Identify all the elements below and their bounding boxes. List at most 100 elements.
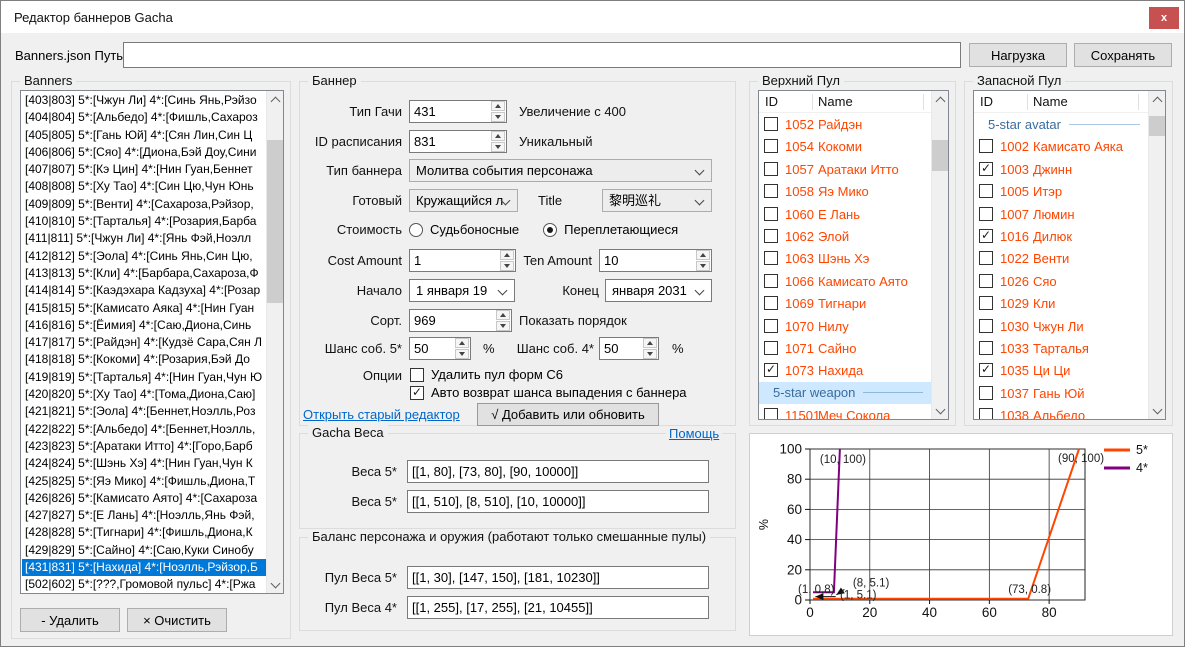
banner-list-item[interactable]: [410|810] 5*:[Тарталья] 4*:[Розария,Барб… bbox=[22, 213, 266, 230]
close-button[interactable]: x bbox=[1149, 7, 1179, 29]
weights5-input[interactable] bbox=[407, 460, 709, 483]
pool-item-row[interactable]: 1054Кокоми bbox=[759, 135, 931, 157]
upper-pool-scrollbar[interactable] bbox=[931, 91, 948, 419]
reserve-pool-list[interactable]: ID Name 5-star avatar1002Камисато Аяка10… bbox=[973, 90, 1166, 420]
pool-item-checkbox[interactable] bbox=[979, 162, 993, 176]
cost-fate-radio[interactable] bbox=[409, 223, 423, 237]
pool-item-checkbox[interactable] bbox=[764, 319, 778, 333]
banner-list-item[interactable]: [419|819] 5*:[Тарталья] 4*:[Нин Гуан,Чун… bbox=[22, 369, 266, 386]
start-date-picker[interactable]: 1 января 19 bbox=[409, 279, 515, 302]
pool-item-row[interactable]: 1003Джинн bbox=[974, 158, 1148, 180]
save-button[interactable]: Сохранять bbox=[1074, 43, 1172, 67]
scrollbar-thumb[interactable] bbox=[267, 140, 283, 303]
banner-list-item[interactable]: [421|821] 5*:[Эола] 4*:[Беннет,Ноэлль,Ро… bbox=[22, 403, 266, 420]
banner-list-item[interactable]: [415|815] 5*:[Камисато Аяка] 4*:[Нин Гуа… bbox=[22, 300, 266, 317]
banner-list-item[interactable]: [417|817] 5*:[Райдэн] 4*:[Кудзё Сара,Сян… bbox=[22, 334, 266, 351]
pool-item-checkbox[interactable] bbox=[764, 274, 778, 288]
load-button[interactable]: Нагрузка bbox=[969, 43, 1067, 67]
chance4-stepper[interactable] bbox=[642, 337, 658, 360]
pool-item-row[interactable]: 1022Венти bbox=[974, 247, 1148, 269]
pool-item-checkbox[interactable] bbox=[979, 408, 993, 419]
auto-return-chance-checkbox[interactable] bbox=[410, 386, 424, 400]
remove-c6-pool-checkbox[interactable] bbox=[410, 368, 424, 382]
banner-list-item[interactable]: [409|809] 5*:[Венти] 4*:[Сахароза,Рэйзор… bbox=[22, 196, 266, 213]
ten-amount-stepper[interactable] bbox=[695, 249, 711, 272]
scroll-down-icon[interactable] bbox=[267, 576, 283, 593]
banner-list-item[interactable]: [412|812] 5*:[Эола] 4*:[Синь Янь,Син Цю, bbox=[22, 248, 266, 265]
pool-item-checkbox[interactable] bbox=[979, 341, 993, 355]
pool-item-checkbox[interactable] bbox=[764, 162, 778, 176]
pool-item-checkbox[interactable] bbox=[979, 207, 993, 221]
pool-item-row[interactable]: 1063Шэнь Хэ bbox=[759, 247, 931, 269]
scrollbar-thumb[interactable] bbox=[1149, 116, 1165, 136]
pool-item-row[interactable]: 1070Нилу bbox=[759, 315, 931, 337]
banner-list-item[interactable]: [428|828] 5*:[Тигнари] 4*:[Фишль,Диона,К bbox=[22, 524, 266, 541]
banner-list-item[interactable]: [424|824] 5*:[Шэнь Хэ] 4*:[Нин Гуан,Чун … bbox=[22, 455, 266, 472]
pool-item-row[interactable]: 1038Альбедо bbox=[974, 404, 1148, 419]
banner-list-item[interactable]: [502|602] 5*:[???,Громовой пульс] 4*:[Рж… bbox=[22, 576, 266, 593]
pool-item-row[interactable]: 1035Ци Ци bbox=[974, 359, 1148, 381]
banner-list-item[interactable]: [418|818] 5*:[Кокоми] 4*:[Розария,Бэй До bbox=[22, 351, 266, 368]
pool-item-checkbox[interactable] bbox=[764, 117, 778, 131]
pool-item-row[interactable]: 1007Люмин bbox=[974, 203, 1148, 225]
pool-section-row[interactable]: 5-star avatar bbox=[974, 113, 1148, 135]
pool-section-row[interactable]: 5-star weapon bbox=[759, 382, 931, 404]
pool-item-row[interactable]: 1005Итэр bbox=[974, 180, 1148, 202]
banner-list-item[interactable]: [426|826] 5*:[Камисато Аято] 4*:[Сахароз… bbox=[22, 490, 266, 507]
banner-list-item[interactable]: [425|825] 5*:[Яэ Мико] 4*:[Фишль,Диона,Т bbox=[22, 473, 266, 490]
banner-list-item[interactable]: [423|823] 5*:[Аратаки Итто] 4*:[Горо,Бар… bbox=[22, 438, 266, 455]
weights5b-input[interactable] bbox=[407, 490, 709, 513]
banner-list-item[interactable]: [429|829] 5*:[Сайно] 4*:[Саю,Куки Синобу bbox=[22, 542, 266, 559]
pool-item-checkbox[interactable] bbox=[979, 386, 993, 400]
pool-item-row[interactable]: 1057Аратаки Итто bbox=[759, 158, 931, 180]
gacha-type-stepper[interactable] bbox=[490, 100, 506, 123]
prefab-select[interactable]: Кружащийся л bbox=[409, 189, 518, 212]
pool-item-row[interactable]: 1069Тигнари bbox=[759, 292, 931, 314]
banner-list-item[interactable]: [407|807] 5*:[Кэ Цин] 4*:[Нин Гуан,Бенне… bbox=[22, 161, 266, 178]
cost-intertwined-radio[interactable] bbox=[543, 223, 557, 237]
pool-item-row[interactable]: 1033Тарталья bbox=[974, 337, 1148, 359]
banner-list-item[interactable]: [416|816] 5*:[Ёимия] 4*:[Саю,Диона,Синь bbox=[22, 317, 266, 334]
path-input[interactable] bbox=[123, 42, 961, 68]
pool-item-checkbox[interactable] bbox=[979, 251, 993, 265]
pool-item-checkbox[interactable] bbox=[764, 184, 778, 198]
clear-banners-button[interactable]: × Очистить bbox=[127, 608, 227, 632]
upper-pool-list[interactable]: ID Name 1052Райдэн1054Кокоми1057Аратаки … bbox=[758, 90, 949, 420]
pool-item-checkbox[interactable] bbox=[979, 363, 993, 377]
help-link[interactable]: Помощь bbox=[666, 426, 722, 441]
add-or-update-button[interactable]: √ Добавить или обновить bbox=[477, 403, 659, 426]
pool-item-checkbox[interactable] bbox=[764, 408, 778, 419]
pool-item-row[interactable]: 1071Сайно bbox=[759, 337, 931, 359]
scroll-down-icon[interactable] bbox=[1149, 402, 1165, 419]
pool-item-checkbox[interactable] bbox=[979, 184, 993, 198]
pool-item-row[interactable]: 1029Кли bbox=[974, 292, 1148, 314]
pool-item-row[interactable]: 1062Элой bbox=[759, 225, 931, 247]
pool-item-checkbox[interactable] bbox=[764, 139, 778, 153]
banner-list-item[interactable]: [403|803] 5*:[Чжун Ли] 4*:[Синь Янь,Рэйз… bbox=[22, 92, 266, 109]
reserve-pool-scrollbar[interactable] bbox=[1148, 91, 1165, 419]
pool-item-checkbox[interactable] bbox=[979, 229, 993, 243]
pool-item-row[interactable]: 1060Е Лань bbox=[759, 203, 931, 225]
pool-item-checkbox[interactable] bbox=[764, 296, 778, 310]
banner-list-item[interactable]: [408|808] 5*:[Ху Тао] 4*:[Син Цю,Чун Юнь bbox=[22, 178, 266, 195]
banner-list-item[interactable]: [427|827] 5*:[Е Лань] 4*:[Ноэлль,Янь Фэй… bbox=[22, 507, 266, 524]
scroll-up-icon[interactable] bbox=[932, 91, 948, 108]
banner-type-select[interactable]: Молитва события персонажа bbox=[409, 159, 712, 182]
pool-item-row[interactable]: 1073Нахида bbox=[759, 359, 931, 381]
banner-list-item[interactable]: [414|814] 5*:[Каэдэхара Кадзуха] 4*:[Роз… bbox=[22, 282, 266, 299]
pool-item-row[interactable]: 1002Камисато Аяка bbox=[974, 135, 1148, 157]
sort-stepper[interactable] bbox=[495, 309, 511, 332]
pool-item-row[interactable]: 1026Сяо bbox=[974, 270, 1148, 292]
pool-item-checkbox[interactable] bbox=[764, 207, 778, 221]
pool-item-checkbox[interactable] bbox=[764, 363, 778, 377]
banner-list-item[interactable]: [413|813] 5*:[Кли] 4*:[Барбара,Сахароза,… bbox=[22, 265, 266, 282]
cost-amount-stepper[interactable] bbox=[499, 249, 515, 272]
end-date-picker[interactable]: января 2031 bbox=[605, 279, 712, 302]
banner-list-item[interactable]: [406|806] 5*:[Сяо] 4*:[Диона,Бэй Доу,Син… bbox=[22, 144, 266, 161]
banners-scrollbar[interactable] bbox=[266, 91, 283, 593]
pool-weights4-input[interactable] bbox=[407, 596, 709, 619]
pool-item-checkbox[interactable] bbox=[764, 341, 778, 355]
banner-list-item[interactable]: [404|804] 5*:[Альбедо] 4*:[Фишль,Сахароз bbox=[22, 109, 266, 126]
pool-item-row[interactable]: 1037Гань Юй bbox=[974, 382, 1148, 404]
scroll-up-icon[interactable] bbox=[1149, 91, 1165, 108]
